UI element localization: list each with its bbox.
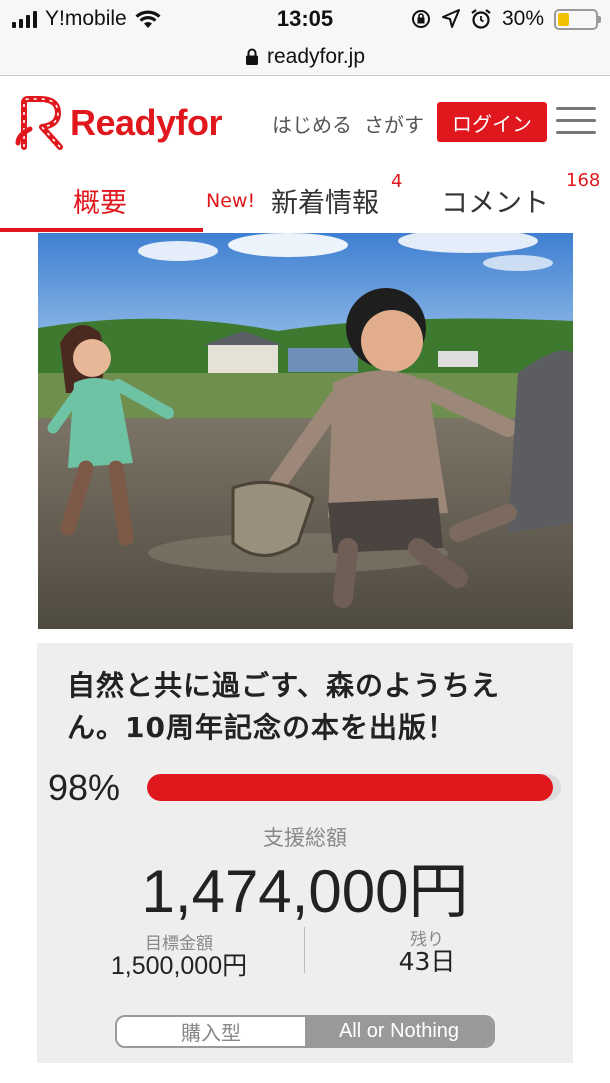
active-tab-indicator: [0, 228, 203, 232]
stats-divider: [304, 927, 305, 973]
new-badge: New!: [206, 190, 256, 212]
news-count-badge: 4: [391, 171, 403, 192]
battery-percent: 30%: [501, 7, 544, 30]
goal-amount-value: 1,500,000円: [110, 952, 248, 980]
battery-icon: [554, 8, 601, 30]
days-left-value: 43日: [398, 947, 456, 976]
progress-bar: [147, 774, 561, 801]
lock-icon: [245, 48, 258, 65]
logo-text: Readyfor: [70, 102, 223, 143]
site-header: Readyfor はじめる さがす ログイン: [0, 77, 610, 167]
address-bar[interactable]: readyfor.jp: [0, 38, 610, 76]
status-bar: Y!mobile 13:05 30%: [0, 0, 610, 38]
menu-icon[interactable]: [556, 107, 596, 135]
status-right: 30%: [410, 7, 601, 31]
tab-news[interactable]: 新着情報: [271, 181, 379, 220]
total-raised-value: 1,474,000円: [141, 858, 469, 925]
funding-type-toggle: 購入型 All or Nothing: [115, 1015, 495, 1048]
hero-illustration: [38, 233, 573, 629]
logo[interactable]: Readyfor: [14, 95, 223, 151]
comments-count-badge: 168: [566, 170, 601, 191]
project-summary-card: 自然と共に過ごす、森のようちえん。10周年記念の本を出版！ 98% 支援総額 1…: [37, 643, 573, 1063]
tab-comments[interactable]: コメント: [441, 181, 549, 220]
project-hero-image[interactable]: [38, 233, 573, 629]
logo-mark-icon: [15, 96, 63, 150]
nav-search-link[interactable]: さがす: [364, 109, 424, 138]
alarm-icon: [471, 9, 491, 29]
orientation-lock-icon: [411, 10, 430, 28]
progress-percent: 98%: [48, 767, 121, 808]
all-or-nothing-segment: All or Nothing: [305, 1017, 493, 1046]
battery-fill: [558, 12, 569, 26]
tab-bar: 概要 New! 新着情報 4 コメント 168: [0, 167, 610, 233]
progress-bar-fill: [147, 774, 553, 801]
purchase-type-segment: 購入型: [117, 1017, 305, 1046]
nav-start-link[interactable]: はじめる: [272, 109, 352, 138]
url-text: readyfor.jp: [266, 44, 366, 68]
project-title: 自然と共に過ごす、森のようちえん。10周年記念の本を出版！: [67, 669, 501, 744]
tab-overview[interactable]: 概要: [73, 181, 127, 220]
location-icon: [441, 9, 460, 28]
login-button[interactable]: ログイン: [437, 102, 547, 142]
